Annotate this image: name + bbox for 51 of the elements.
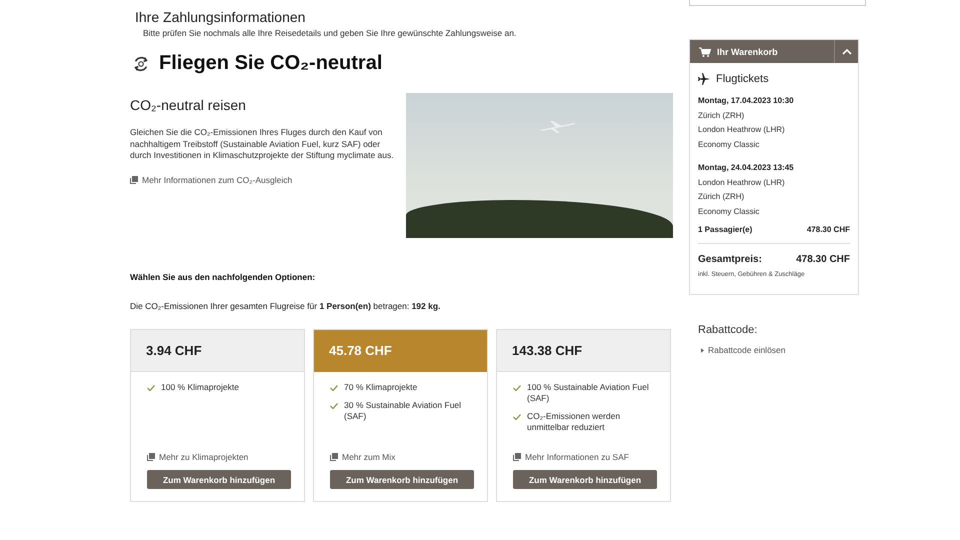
checkmark-icon bbox=[513, 414, 521, 420]
feature-text: 30 % Sustainable Aviation Fuel (SAF) bbox=[344, 400, 462, 422]
passenger-price: 478.30 CHF bbox=[806, 225, 850, 234]
flight-detail: London Heathrow (LHR) bbox=[698, 124, 786, 136]
checkmark-icon bbox=[513, 385, 521, 391]
feature-text: 70 % Klimaprojekte bbox=[344, 382, 418, 393]
flight-detail: Zürich (ZRH) bbox=[698, 110, 746, 122]
external-link-icon bbox=[147, 453, 155, 461]
external-link-icon bbox=[330, 453, 338, 461]
more-info-link[interactable]: Mehr zum Mix bbox=[330, 452, 471, 462]
cart-title: Ihr Warenkorb bbox=[717, 46, 779, 56]
add-to-cart-button[interactable]: Zum Warenkorb hinzufügen bbox=[330, 470, 474, 489]
section-title: Flugtickets bbox=[716, 73, 769, 85]
total-price: 478.30 CHF bbox=[796, 254, 850, 265]
option-price-header[interactable]: 143.38 CHF bbox=[497, 330, 670, 372]
checkmark-icon bbox=[147, 385, 155, 391]
checkmark-icon bbox=[330, 385, 338, 391]
more-info-link[interactable]: Mehr zu Klimaprojekten bbox=[147, 452, 288, 462]
page-title: Ihre Zahlungsinformationen bbox=[135, 9, 306, 25]
flight-detail: Economy Classic bbox=[698, 206, 760, 218]
add-to-cart-button[interactable]: Zum Warenkorb hinzufügen bbox=[147, 470, 291, 489]
feature-text: CO₂-Emissionen werden unmittelbar reduziert bbox=[527, 411, 622, 433]
co2-cycle-icon bbox=[132, 54, 150, 72]
external-link-icon bbox=[130, 176, 138, 184]
discount-title: Rabattcode: bbox=[698, 324, 758, 336]
airplane-icon bbox=[698, 73, 710, 85]
more-info-link[interactable]: Mehr Informationen zu SAF bbox=[513, 452, 654, 462]
options-heading: Wählen Sie aus den nachfolgenden Optionen: bbox=[130, 272, 316, 282]
flight-detail: Zürich (ZRH) bbox=[698, 191, 746, 203]
passenger-count: 1 Passagier(e) bbox=[698, 225, 752, 234]
emissions-text: Die CO₂-Emissionen Ihrer gesamten Flugreise für 1 Person(en) betragen: 192 kg. bbox=[130, 301, 442, 311]
option-price-header[interactable]: 3.94 CHF bbox=[131, 330, 304, 372]
flight-detail: London Heathrow (LHR) bbox=[698, 176, 786, 189]
co2-heading: Fliegen Sie CO₂-neutral bbox=[159, 52, 382, 75]
page-subtitle: Bitte prüfen Sie nochmals alle Ihre Reisedetails und geben Sie Ihre gewünschte Zahlungsweise an. bbox=[143, 28, 518, 38]
feature-text: 100 % Sustainable Aviation Fuel (SAF) bbox=[527, 382, 650, 404]
chevron-icon bbox=[842, 48, 852, 54]
flight-detail: Economy Classic bbox=[698, 138, 760, 151]
feature-text: 100 % Klimaprojekte bbox=[161, 382, 239, 393]
caret-icon bbox=[701, 348, 704, 352]
description-text: Gleichen Sie die CO₂-Emissionen Ihres Fluges durch den Kauf von nachhaltigem Treibstoff (Sustainable Aviation Fuel, kurz SAF) oder durch Investitionen in Klimaschutzprojekte der Stiftung myclimate aus. bbox=[130, 127, 395, 162]
flight-date: Montag, 24.04.2023 13:45 bbox=[698, 162, 795, 174]
section-subtitle: CO₂-neutral reisen bbox=[130, 97, 247, 113]
flight-date: Montag, 17.04.2023 10:30 bbox=[698, 95, 795, 107]
cart-icon bbox=[699, 46, 711, 56]
total-label: Gesamtpreis: bbox=[698, 254, 762, 265]
info-link[interactable]: Mehr Informationen zum CO₂-Ausgleich bbox=[130, 174, 292, 184]
external-link-icon bbox=[513, 453, 521, 461]
checkmark-icon bbox=[330, 403, 338, 409]
add-to-cart-button[interactable]: Zum Warenkorb hinzufügen bbox=[513, 470, 657, 489]
discount-link[interactable]: Rabattcode einlösen bbox=[701, 345, 859, 355]
